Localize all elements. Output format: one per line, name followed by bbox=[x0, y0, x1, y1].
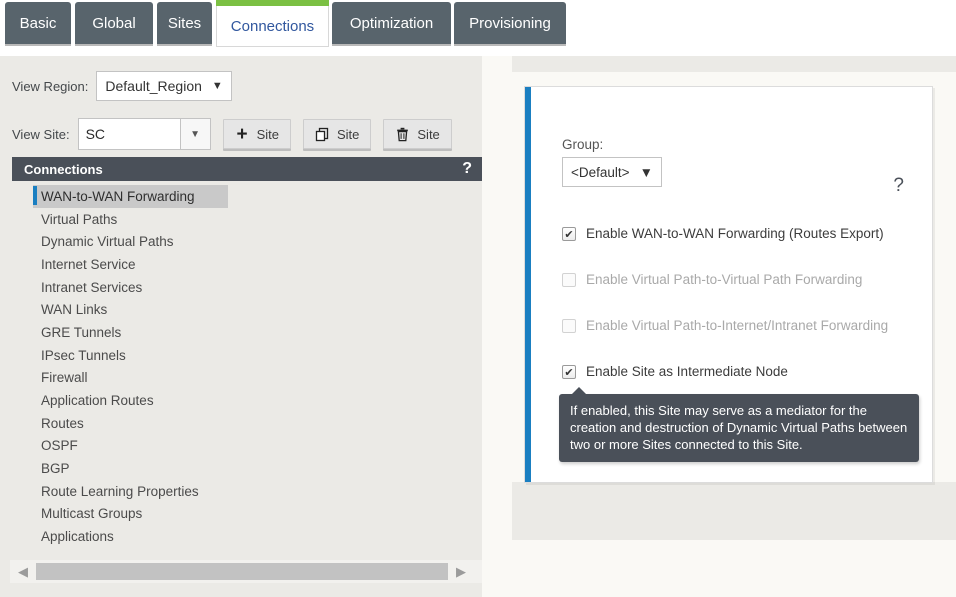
group-select[interactable]: <Default> ▼ bbox=[562, 157, 662, 187]
duplicate-site-button[interactable]: Site bbox=[302, 119, 372, 149]
checkbox-site-as-intermediate-node[interactable]: ✔ bbox=[562, 365, 576, 379]
connections-list-item-label: Route Learning Properties bbox=[41, 483, 199, 499]
tooltip: If enabled, this Site may serve as a med… bbox=[559, 387, 919, 462]
selection-marker bbox=[33, 186, 37, 205]
connections-list-item[interactable]: Routes bbox=[12, 412, 482, 435]
tab-optimization[interactable]: Optimization bbox=[332, 2, 451, 44]
connections-list-item[interactable]: Multicast Groups bbox=[12, 503, 482, 526]
connections-list-item-label: Internet Service bbox=[41, 256, 136, 272]
connections-list-item[interactable]: OSPF bbox=[12, 435, 482, 458]
checkbox-virtual-path-to-internet-intranet bbox=[562, 319, 576, 333]
checkbox-label: Enable Virtual Path-to-Virtual Path Forw… bbox=[586, 272, 863, 287]
connections-list-item[interactable]: WAN Links bbox=[12, 298, 482, 321]
active-tab-accent-bar bbox=[216, 0, 329, 6]
connections-list-item-label: Multicast Groups bbox=[41, 506, 143, 522]
help-icon[interactable]: ? bbox=[462, 160, 472, 178]
connections-list-item-label: Virtual Paths bbox=[41, 211, 118, 227]
connections-panel: Connections ? WAN-to-WAN Forwarding Virtu… bbox=[12, 157, 482, 557]
group-value: <Default> bbox=[571, 164, 630, 180]
checkbox-row-virtual-path-to-virtual-path: Enable Virtual Path-to-Virtual Path Forw… bbox=[562, 272, 862, 287]
connections-list-item[interactable]: Dynamic Virtual Paths bbox=[12, 230, 482, 253]
chevron-down-icon: ▼ bbox=[639, 164, 653, 180]
connections-list-item-label: GRE Tunnels bbox=[41, 324, 122, 340]
connections-list-item[interactable]: Firewall bbox=[12, 367, 482, 390]
group-label: Group: bbox=[562, 137, 604, 152]
view-site-combo[interactable]: SC ▼ bbox=[77, 118, 211, 150]
plus-icon: + bbox=[236, 123, 248, 145]
help-icon[interactable]: ? bbox=[893, 175, 904, 197]
connections-list-item-label: Applications bbox=[41, 529, 114, 545]
delete-site-button[interactable]: Site bbox=[383, 119, 452, 149]
tab-label: Sites bbox=[167, 14, 202, 32]
checkbox-row-wan-to-wan-forwarding[interactable]: ✔ Enable WAN-to-WAN Forwarding (Routes E… bbox=[562, 226, 884, 241]
view-region-row: View Region: Default_Region ▼ bbox=[12, 71, 232, 101]
card-accent-bar bbox=[525, 87, 531, 482]
checkbox-label: Enable Site as Intermediate Node bbox=[586, 364, 788, 379]
connections-list-item[interactable]: Intranet Services bbox=[12, 276, 482, 299]
add-site-label: Site bbox=[256, 126, 279, 142]
tab-provisioning[interactable]: Provisioning bbox=[454, 2, 566, 44]
scrollbar-thumb[interactable] bbox=[36, 563, 448, 580]
connections-list: WAN-to-WAN Forwarding Virtual Paths Dynami… bbox=[12, 181, 482, 548]
delete-site-label: Site bbox=[417, 126, 440, 142]
view-region-label: View Region: bbox=[12, 78, 89, 94]
view-region-select[interactable]: Default_Region ▼ bbox=[96, 71, 232, 101]
chevron-down-icon: ▼ bbox=[211, 80, 223, 92]
connections-list-item-label: Application Routes bbox=[41, 393, 154, 409]
checkbox-virtual-path-to-virtual-path bbox=[562, 273, 576, 287]
tab-label: Provisioning bbox=[469, 14, 551, 32]
connections-list-item[interactable]: WAN-to-WAN Forwarding bbox=[33, 185, 228, 208]
connections-list-item-label: WAN Links bbox=[41, 302, 108, 318]
scroll-left-arrow-icon[interactable]: ◀ bbox=[10, 560, 36, 583]
tab-label: Connections bbox=[230, 17, 315, 35]
trash-icon bbox=[395, 127, 410, 142]
connections-list-item-label: OSPF bbox=[41, 438, 78, 454]
tab-global[interactable]: Global bbox=[75, 2, 153, 44]
add-site-button[interactable]: + Site bbox=[222, 119, 291, 149]
tab-bar: Basic Global Sites Connections Optimizat… bbox=[0, 0, 956, 47]
tooltip-arrow-icon bbox=[571, 387, 587, 395]
checkbox-label: Enable Virtual Path-to-Internet/Intranet… bbox=[586, 318, 889, 333]
tab-label: Basic bbox=[19, 14, 57, 32]
checkbox-row-site-as-intermediate-node[interactable]: ✔ Enable Site as Intermediate Node bbox=[562, 364, 788, 379]
horizontal-scrollbar[interactable]: ◀ ▶ bbox=[10, 560, 482, 583]
left-panel: View Region: Default_Region ▼ View Site:… bbox=[0, 56, 482, 597]
connections-panel-title: Connections bbox=[24, 161, 103, 177]
tab-label: Global bbox=[92, 14, 136, 32]
connections-list-item-label: Firewall bbox=[41, 370, 88, 386]
checkbox-label: Enable WAN-to-WAN Forwarding (Routes Exp… bbox=[586, 226, 884, 241]
copy-icon bbox=[315, 127, 330, 142]
duplicate-site-label: Site bbox=[336, 126, 360, 142]
tab-sites[interactable]: Sites bbox=[157, 2, 212, 44]
group-field: Group: <Default> ▼ bbox=[562, 137, 662, 187]
view-site-label: View Site: bbox=[12, 126, 70, 142]
connections-list-item-label: IPsec Tunnels bbox=[41, 347, 126, 363]
connections-list-item[interactable]: Applications bbox=[12, 525, 482, 548]
connections-list-item[interactable]: IPsec Tunnels bbox=[12, 344, 482, 367]
view-region-value: Default_Region bbox=[105, 78, 202, 94]
connections-list-item-label: Routes bbox=[41, 415, 84, 431]
tab-basic[interactable]: Basic bbox=[5, 2, 71, 44]
connections-list-item-label: Dynamic Virtual Paths bbox=[41, 234, 174, 250]
tab-label: Optimization bbox=[349, 14, 434, 32]
scroll-right-arrow-icon[interactable]: ▶ bbox=[448, 560, 474, 583]
tab-connections[interactable]: Connections bbox=[216, 0, 329, 47]
chevron-down-icon[interactable]: ▼ bbox=[179, 119, 210, 149]
checkbox-wan-to-wan-forwarding[interactable]: ✔ bbox=[562, 227, 576, 241]
view-site-row: View Site: SC ▼ + Site Site Site bbox=[12, 118, 452, 150]
connections-list-item-label: Intranet Services bbox=[41, 279, 143, 295]
connections-panel-header: Connections ? bbox=[12, 157, 482, 181]
connections-list-item[interactable]: Application Routes bbox=[12, 389, 482, 412]
view-site-value: SC bbox=[85, 126, 106, 142]
connections-list-item-label: BGP bbox=[41, 461, 70, 477]
tooltip-text: If enabled, this Site may serve as a med… bbox=[570, 403, 908, 452]
connections-list-item-label: WAN-to-WAN Forwarding bbox=[41, 188, 195, 204]
connections-list-item[interactable]: BGP bbox=[12, 457, 482, 480]
connections-list-item[interactable]: Internet Service bbox=[12, 253, 482, 276]
connections-list-item[interactable]: Virtual Paths bbox=[12, 208, 482, 231]
checkbox-row-virtual-path-to-internet-intranet: Enable Virtual Path-to-Internet/Intranet… bbox=[562, 318, 888, 333]
connections-list-item[interactable]: GRE Tunnels bbox=[12, 321, 482, 344]
connections-list-item[interactable]: Route Learning Properties bbox=[12, 480, 482, 503]
